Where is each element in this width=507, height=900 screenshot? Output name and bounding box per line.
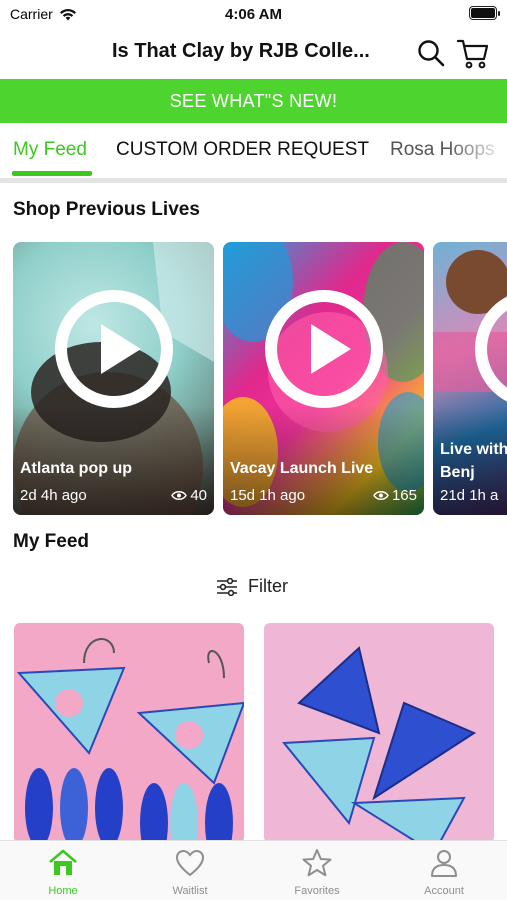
live-views: 40 [171, 487, 207, 504]
live-card[interactable]: Atlanta pop up 2d 4h ago 40 [13, 242, 214, 515]
nav-account[interactable]: Account [381, 847, 507, 897]
eye-icon [373, 491, 389, 500]
nav-waitlist[interactable]: Waitlist [127, 847, 253, 897]
status-time: 4:06 AM [225, 6, 282, 23]
live-card[interactable]: Live with the Benj 21d 1h a [433, 242, 507, 515]
product-image [16, 638, 244, 843]
tabs-divider [0, 178, 507, 183]
store-title: Is That Clay by RJB Colle... [112, 40, 370, 62]
live-age: 15d 1h ago [230, 487, 306, 504]
live-card[interactable]: Vacay Launch Live 15d 1h ago 165 [223, 242, 424, 515]
star-icon [302, 849, 332, 877]
battery-icon [469, 6, 500, 20]
play-icon[interactable] [473, 288, 507, 410]
tabs-fade [447, 124, 507, 180]
feed-section-title: My Feed [13, 531, 90, 552]
live-title: Atlanta pop up [20, 460, 132, 477]
status-bar: Carrier 4:06 AM [0, 0, 507, 28]
eye-icon [171, 491, 188, 500]
nav-account-label: Account [424, 885, 464, 897]
home-icon [49, 849, 77, 875]
live-age: 21d 1h a [440, 487, 499, 504]
live-title: Vacay Launch Live [230, 460, 374, 477]
category-tabs: My Feed CUSTOM ORDER REQUEST Rosa Hoops [0, 124, 507, 180]
banner-text: SEE WHAT"S NEW! [169, 90, 338, 111]
product-tile[interactable] [14, 623, 244, 843]
bottom-navigation: Home Waitlist Favorites Account [0, 840, 507, 900]
app-header: Is That Clay by RJB Colle... [0, 30, 507, 76]
nav-home[interactable]: Home [0, 847, 126, 897]
nav-waitlist-label: Waitlist [172, 885, 208, 897]
account-icon [431, 850, 457, 877]
play-icon[interactable] [53, 288, 175, 410]
play-icon[interactable] [263, 288, 385, 410]
whats-new-banner[interactable]: SEE WHAT"S NEW! [0, 79, 507, 123]
product-image [281, 646, 477, 843]
tab-custom-order-request[interactable]: CUSTOM ORDER REQUEST [116, 139, 369, 161]
cart-icon[interactable] [456, 36, 490, 70]
lives-section-title: Shop Previous Lives [13, 199, 200, 220]
live-title: Live with the Benj [440, 441, 507, 481]
views-count: 40 [190, 487, 207, 504]
filter-button[interactable]: Filter [216, 576, 288, 597]
nav-home-label: Home [48, 885, 78, 897]
search-icon[interactable] [416, 38, 446, 68]
filter-label: Filter [248, 576, 288, 596]
live-views: 165 [373, 487, 417, 504]
views-count: 165 [391, 487, 417, 504]
nav-favorites-label: Favorites [294, 885, 340, 897]
active-tab-indicator [12, 171, 92, 176]
product-tile[interactable] [264, 623, 494, 843]
sliders-icon [217, 577, 237, 596]
live-age: 2d 4h ago [20, 487, 87, 504]
heart-icon [175, 849, 205, 877]
tab-my-feed[interactable]: My Feed [13, 139, 87, 161]
nav-favorites[interactable]: Favorites [254, 847, 380, 897]
